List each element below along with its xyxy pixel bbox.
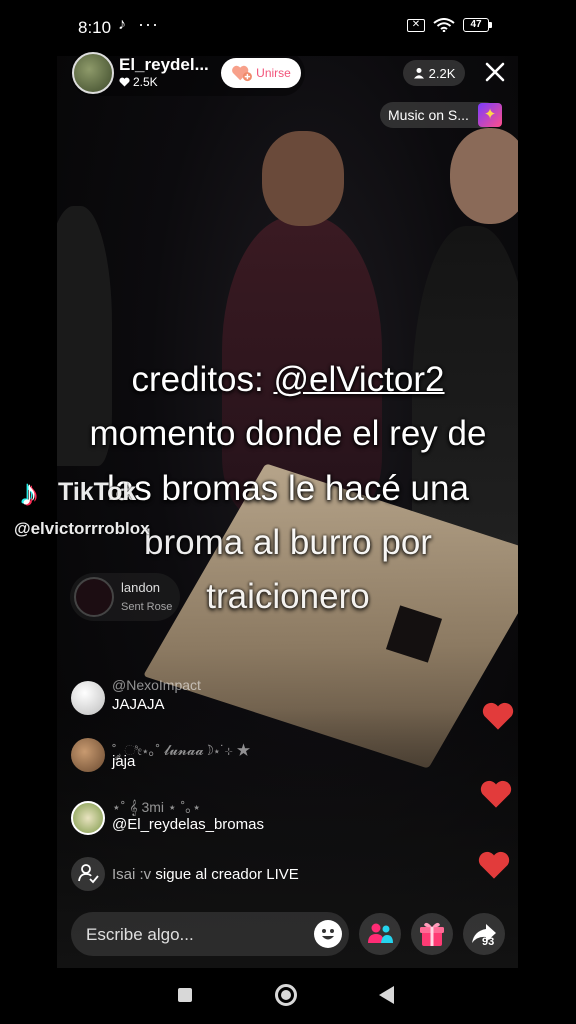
- background-person-right-head: [450, 128, 518, 224]
- gift-sender-name: landon: [121, 580, 161, 595]
- host-avatar[interactable]: [72, 52, 114, 94]
- status-icons: ✕ 47: [407, 18, 492, 32]
- wifi-icon: [433, 18, 455, 32]
- comment-text: jaja: [112, 753, 136, 770]
- background-person-center-head: [262, 131, 344, 226]
- caption-credit-handle: @elVictor2: [273, 360, 445, 399]
- comment-username[interactable]: @NexoImpact: [112, 677, 201, 693]
- comment-text: JAJAJA: [112, 696, 165, 713]
- join-label: Unirse: [256, 66, 291, 80]
- caption-credit-prefix: creditos:: [131, 360, 274, 399]
- follow-username: Isai :v: [112, 866, 152, 883]
- sim-icon: ✕: [407, 18, 425, 32]
- gift-icon: [420, 922, 444, 946]
- emoji-icon[interactable]: [314, 920, 342, 948]
- status-time: 8:10: [78, 18, 112, 37]
- comment-input-placeholder[interactable]: Escribe algo...: [86, 925, 194, 945]
- multi-guest-button[interactable]: [359, 913, 401, 955]
- comment-item[interactable]: @NexoImpact JAJAJA: [71, 677, 401, 721]
- comment-avatar[interactable]: [71, 801, 105, 835]
- tiktok-logo-icon: ♪: [20, 472, 38, 513]
- gift-button[interactable]: [411, 913, 453, 955]
- follow-notification: Isai :v sigue al creador LIVE: [71, 857, 361, 891]
- status-bar: 8:10 ♪ ··· ✕ 47: [0, 0, 576, 56]
- comment-item[interactable]: ˚ ༘ ೀ⋆｡˚ 𝓵𝓾𝓷𝓪𝓪☽⋆˙⊹ ★ jaja: [71, 734, 401, 778]
- gift-sender-avatar[interactable]: [74, 577, 114, 617]
- floating-heart-icon: [482, 702, 514, 730]
- home-dot: [281, 990, 291, 1000]
- close-icon[interactable]: [481, 58, 509, 86]
- floating-heart-icon: [478, 851, 510, 879]
- music-label: Music on S...: [388, 107, 469, 123]
- recents-icon[interactable]: [178, 988, 192, 1002]
- floating-heart-icon: [480, 780, 512, 808]
- caption-line-2: momento donde el rey de: [89, 414, 487, 453]
- battery-icon: 47: [463, 18, 492, 32]
- viewer-count-pill[interactable]: 2.2K: [403, 60, 465, 86]
- comment-text: @El_reydelas_bromas: [112, 816, 264, 833]
- follow-person-icon: [71, 857, 105, 891]
- share-button[interactable]: [463, 913, 505, 955]
- follow-notification-text: Isai :v sigue al creador LIVE: [112, 866, 299, 883]
- watermark-handle: @elvictorrrobloх: [14, 519, 150, 538]
- music-badge-icon[interactable]: ✦: [478, 103, 502, 127]
- viewer-count: 2.2K: [428, 65, 456, 81]
- host-likes: 2.5K: [119, 75, 158, 89]
- heart-small-icon: [119, 77, 130, 87]
- back-icon[interactable]: [379, 986, 394, 1004]
- comment-avatar[interactable]: [71, 738, 105, 772]
- comment-item[interactable]: ⋆˚ 𝄞 3mi ⋆ ˚｡⋆ @El_reydelas_bromas: [71, 797, 401, 841]
- host-name[interactable]: El_reydel...: [119, 55, 209, 75]
- gift-description: Sent Rose: [121, 601, 173, 613]
- join-button[interactable]: Unirse: [221, 58, 301, 88]
- caption-line-1: creditos: @elVictor2: [30, 353, 546, 407]
- comment-username[interactable]: ⋆˚ 𝄞 3mi ⋆ ˚｡⋆: [112, 797, 201, 817]
- more-notifications-icon: ···: [138, 14, 159, 34]
- comment-avatar[interactable]: [71, 681, 105, 715]
- join-hearts-icon: [232, 65, 253, 82]
- multi-guest-icon: [368, 923, 393, 943]
- watermark-brand: TikTok: [58, 478, 137, 506]
- battery-level: 47: [463, 18, 489, 32]
- follow-message: sigue al creador LIVE: [151, 866, 299, 883]
- tiktok-notification-icon: ♪: [118, 16, 126, 33]
- share-count: 93: [482, 936, 495, 948]
- viewer-person-icon: [413, 68, 424, 79]
- host-likes-count: 2.5K: [133, 75, 158, 89]
